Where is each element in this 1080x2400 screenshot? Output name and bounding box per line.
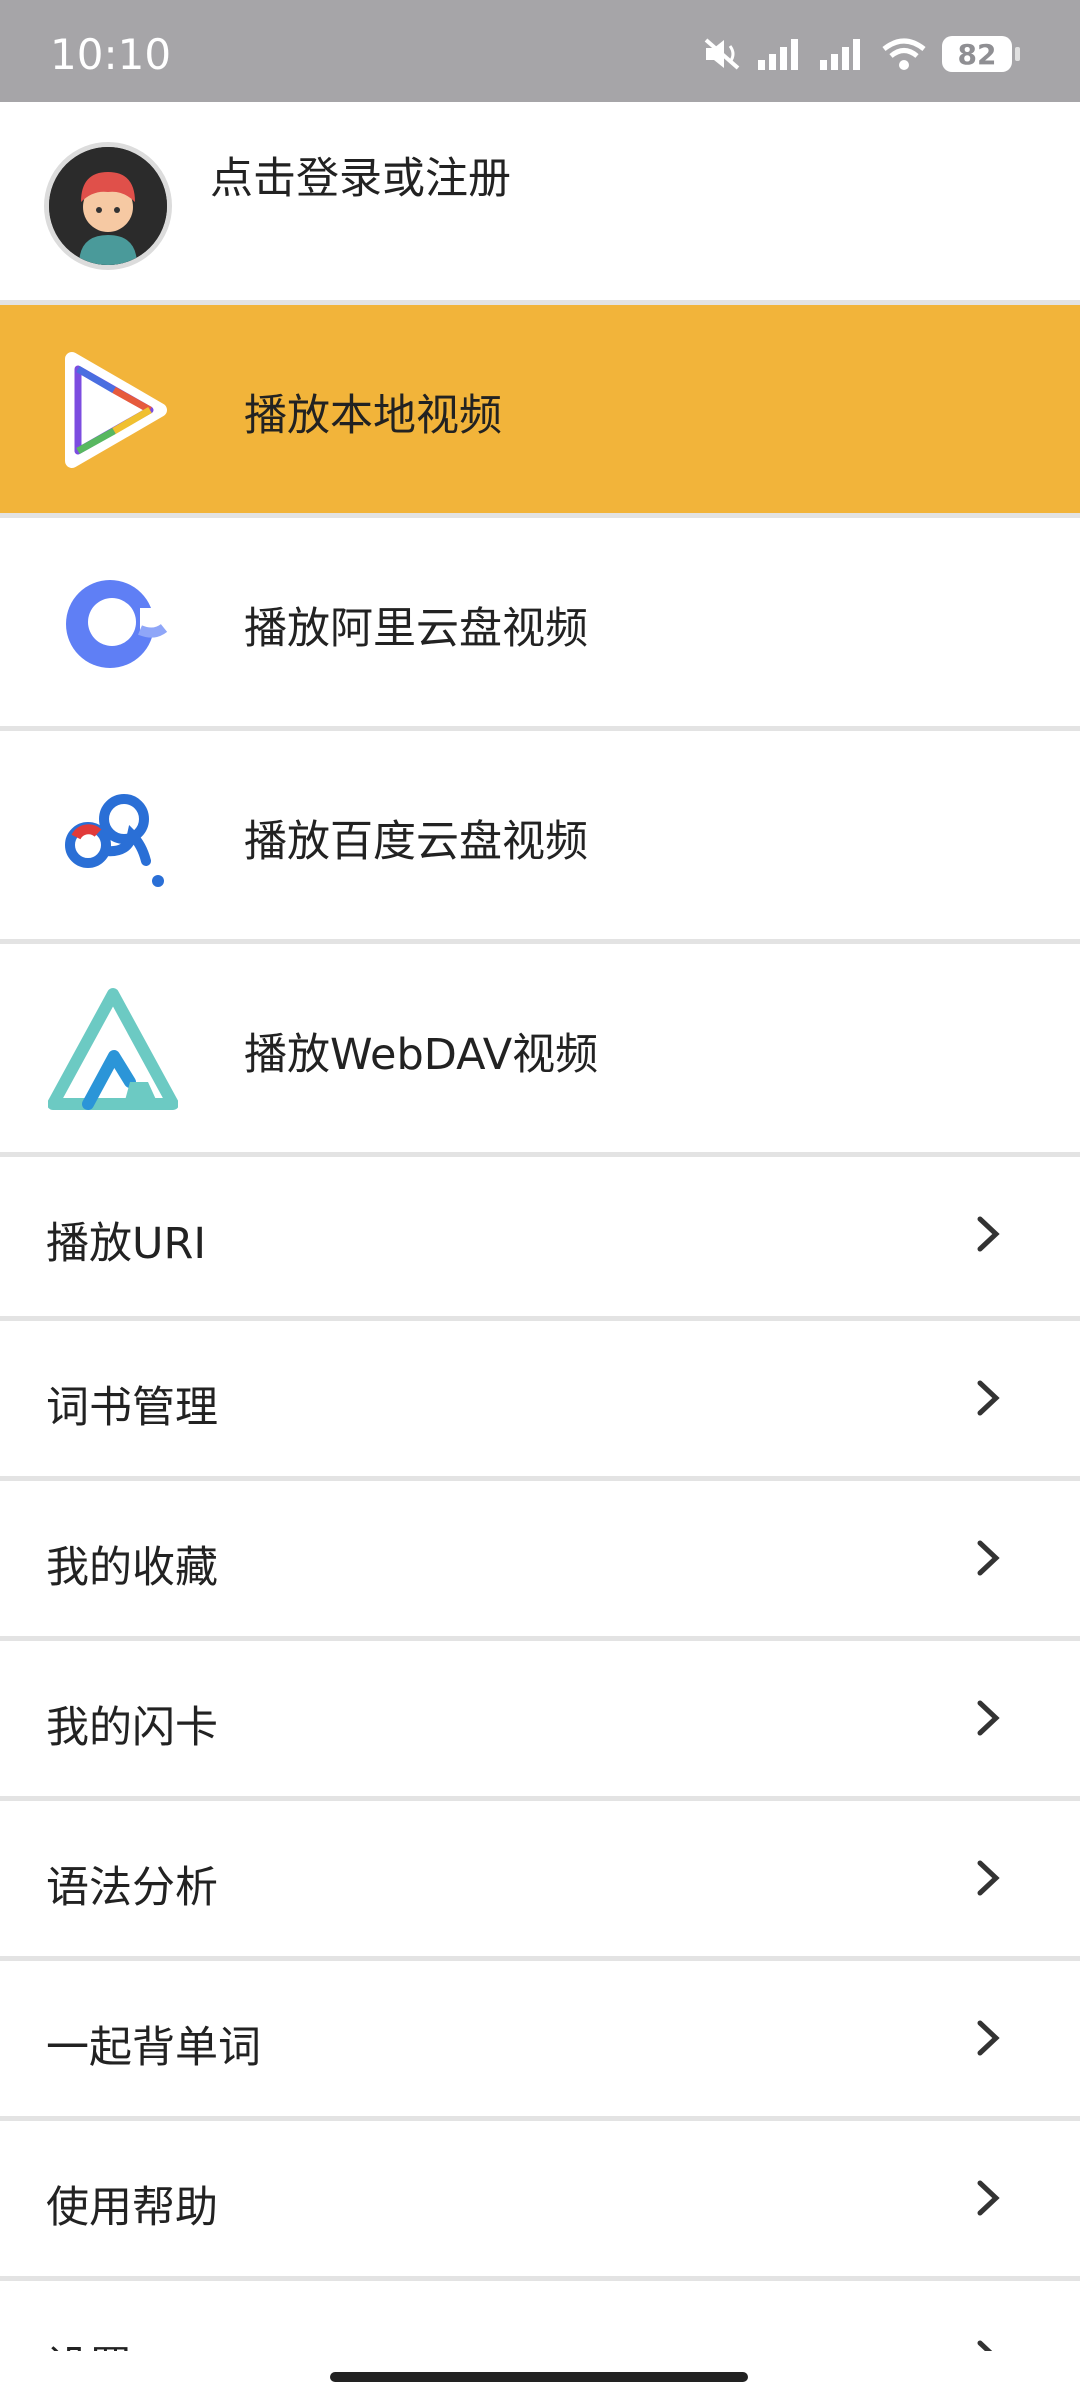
battery-indicator: 82 (942, 36, 1020, 72)
aliyun-drive-icon (66, 580, 170, 668)
menu-item-settings[interactable]: 设置 (0, 2281, 1080, 2351)
chevron-right-icon (977, 1860, 1000, 1896)
menu-item-favorites[interactable]: 我的收藏 (0, 1481, 1080, 1636)
play-triangle-icon (65, 352, 167, 468)
chevron-right-icon (977, 1700, 1000, 1736)
menu-item-label: 使用帮助 (46, 2183, 218, 2233)
menu-item-grammar[interactable]: 语法分析 (0, 1801, 1080, 1956)
chevron-right-icon (977, 1380, 1000, 1416)
mute-icon (704, 38, 740, 70)
status-time: 10:10 (50, 30, 172, 79)
menu-item-flashcards[interactable]: 我的闪卡 (0, 1641, 1080, 1796)
chevron-right-icon (977, 2180, 1000, 2216)
play-local-video-row[interactable]: 播放本地视频 (0, 305, 1080, 513)
menu-item-label: 语法分析 (46, 1863, 218, 1913)
menu-item-label: 我的闪卡 (46, 1703, 218, 1753)
play-baidu-video-row[interactable]: 播放百度云盘视频 (0, 731, 1080, 939)
profile-header[interactable]: 点击登录或注册 (0, 102, 1080, 300)
status-bar: 10:10 82 (0, 0, 1080, 102)
menu-item-label: 词书管理 (46, 1383, 218, 1433)
menu-item-label: 一起背单词 (46, 2023, 261, 2073)
login-label[interactable]: 点击登录或注册 (210, 144, 511, 206)
signal-icon (758, 39, 798, 70)
media-label: 播放阿里云盘视频 (244, 604, 588, 654)
avatar-icon (49, 147, 167, 265)
play-webdav-video-row[interactable]: 播放WebDAV视频 (0, 944, 1080, 1152)
battery-level: 82 (957, 37, 997, 71)
chevron-right-icon (977, 2340, 993, 2351)
menu-item-wordbook[interactable]: 词书管理 (0, 1321, 1080, 1476)
menu-item-help[interactable]: 使用帮助 (0, 2121, 1080, 2276)
menu-item-memorize-together[interactable]: 一起背单词 (0, 1961, 1080, 2116)
menu-item-label: 播放URI (46, 1219, 207, 1269)
menu-item-label: 设置 (46, 2333, 132, 2351)
webdav-icon (48, 988, 178, 1110)
chevron-right-icon (977, 2020, 1000, 2056)
media-label: 播放百度云盘视频 (244, 817, 588, 867)
baidu-netdisk-icon (65, 794, 164, 887)
media-label: 播放WebDAV视频 (244, 1030, 599, 1080)
play-aliyun-video-row[interactable]: 播放阿里云盘视频 (0, 518, 1080, 726)
avatar[interactable] (44, 142, 172, 270)
chevron-right-icon (977, 1216, 1000, 1252)
menu-item-play-uri[interactable]: 播放URI (0, 1157, 1080, 1312)
wifi-icon (882, 38, 926, 70)
home-indicator[interactable] (330, 2372, 748, 2382)
menu-item-label: 我的收藏 (46, 1543, 218, 1593)
chevron-right-icon (977, 1540, 1000, 1576)
signal-icon (820, 39, 860, 70)
status-icons: 82 (702, 34, 1020, 74)
media-label: 播放本地视频 (244, 391, 502, 441)
